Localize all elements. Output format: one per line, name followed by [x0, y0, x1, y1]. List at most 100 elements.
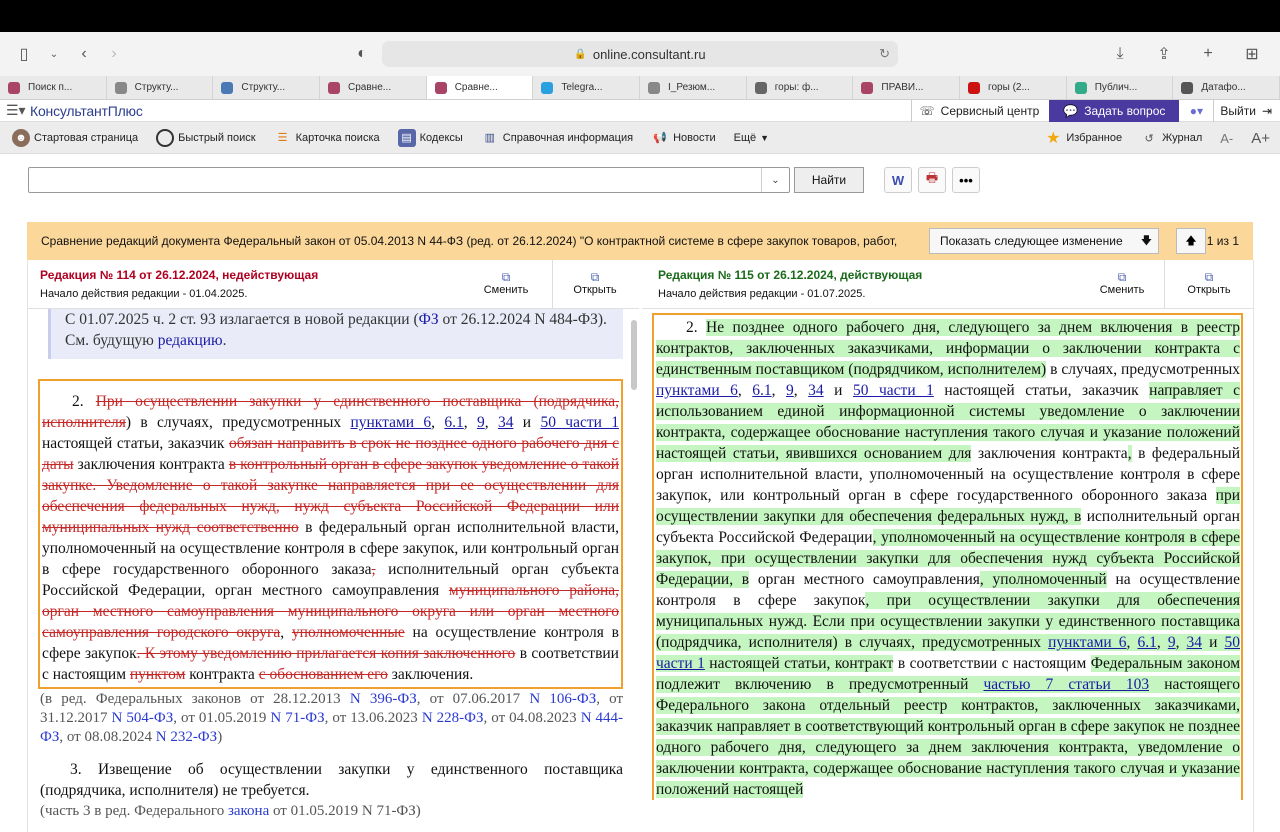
tab-label: Telegra... — [561, 82, 603, 93]
link-p6[interactable]: пунктами 6 — [656, 382, 738, 399]
sidebar-toggle-icon[interactable]: ▯ — [12, 42, 36, 66]
exit-button[interactable]: Выйти ⇥ — [1213, 100, 1280, 122]
law-link[interactable]: N 228-ФЗ — [422, 710, 484, 726]
link-p34[interactable]: 34 — [808, 382, 824, 399]
browser-tab[interactable]: Публич... — [1067, 76, 1174, 99]
print-icon[interactable]: 🖶 — [918, 167, 946, 193]
nav-search-card[interactable]: ☰ Карточка поиска — [274, 129, 380, 147]
browser-tab[interactable]: Сравне... — [426, 76, 534, 99]
arrow-down-icon: 🡇 — [1140, 234, 1152, 247]
browser-tab[interactable]: Структу... — [213, 76, 321, 99]
browser-tab[interactable]: горы: ф... — [747, 76, 854, 99]
law-link[interactable]: N 396-ФЗ — [350, 691, 417, 707]
nav-quick-search[interactable]: Быстрый поиск — [156, 128, 256, 147]
exit-icon: ⇥ — [1261, 104, 1272, 118]
link-p6[interactable]: пунктами 6 — [350, 414, 431, 431]
future-edition-link[interactable]: редакцию — [158, 332, 223, 349]
law-link[interactable]: N 232-ФЗ — [156, 729, 217, 745]
font-decrease-button[interactable]: A- — [1220, 131, 1233, 146]
chevron-down-icon[interactable]: ⌄ — [42, 42, 66, 66]
tab-favicon-icon — [861, 81, 874, 94]
nav-start-page[interactable]: ☻ Стартовая страница — [12, 128, 138, 147]
link-p61[interactable]: 6.1 — [444, 414, 463, 431]
back-icon[interactable]: ‹ — [72, 42, 96, 66]
search-input[interactable]: ⌄ — [28, 167, 790, 193]
browser-tab[interactable]: Сравне... — [320, 76, 427, 99]
right-change-button[interactable]: ⧉ Сменить — [1085, 270, 1159, 296]
nav-reference[interactable]: ▥ Справочная информация — [481, 129, 633, 147]
left-pane-header: Редакция № 114 от 26.12.2024, недействую… — [28, 260, 639, 309]
browser-tab[interactable]: ПРАВИ... — [853, 76, 961, 99]
font-increase-button[interactable]: A+ — [1251, 130, 1270, 147]
reference-icon: ▥ — [484, 132, 495, 144]
reload-icon[interactable]: ↻ — [879, 46, 890, 62]
prev-change-button[interactable]: 🡅 — [1176, 228, 1206, 254]
left-change-button[interactable]: ⧉ Сменить — [469, 270, 543, 296]
chevron-down-icon: ▼ — [760, 132, 770, 143]
journal-button[interactable]: ↺ Журнал — [1140, 129, 1202, 147]
tab-label: горы: ф... — [774, 82, 819, 93]
link-p9[interactable]: 9 — [477, 414, 485, 431]
lock-icon: 🔒 — [574, 48, 587, 60]
part3-note: (часть 3 в ред. Федерального закона от 0… — [40, 803, 421, 819]
link-p34[interactable]: 34 — [498, 414, 514, 431]
service-center-button[interactable]: ☏ Сервисный центр — [910, 100, 1050, 122]
law-link[interactable]: N 106-ФЗ — [529, 691, 596, 707]
browser-tab[interactable]: I_Резюм... — [640, 76, 747, 99]
word-export-icon[interactable]: W — [884, 167, 912, 193]
fz-link[interactable]: ФЗ — [419, 311, 439, 328]
open-icon: ⧉ — [590, 270, 600, 284]
link-p9[interactable]: 9 — [1167, 634, 1176, 651]
link-p61[interactable]: 6.1 — [1137, 634, 1157, 651]
privacy-shield-icon[interactable]: ◐ — [350, 42, 374, 66]
link-p50[interactable]: 50 части 1 — [540, 414, 619, 431]
left-edition-pane: Редакция № 114 от 26.12.2024, недействую… — [27, 260, 639, 832]
next-change-button[interactable]: Показать следующее изменение 🡇 — [929, 228, 1159, 254]
amendment-note: (в ред. Федеральных законов от 28.12.201… — [40, 691, 624, 745]
ask-question-button[interactable]: 💬 Задать вопрос — [1049, 100, 1180, 122]
left-open-button[interactable]: ⧉ Открыть — [558, 270, 632, 296]
law-link[interactable]: N 71-ФЗ — [270, 710, 324, 726]
browser-toolbar: ▯ ⌄ ‹ › ◐ 🔒 online.consultant.ru ↻ ⤓ ⇪ +… — [0, 32, 1280, 76]
browser-tab[interactable]: Поиск п... — [0, 76, 107, 99]
menu-icon[interactable]: ☰▾ — [0, 102, 30, 119]
tab-label: Структу... — [134, 82, 179, 93]
link-part7-art103[interactable]: частью 7 статьи 103 — [983, 676, 1150, 693]
link-p50[interactable]: 50 части 1 — [853, 382, 934, 399]
link-p61[interactable]: 6.1 — [752, 382, 771, 399]
favorites-button[interactable]: ★ Избранное — [1044, 129, 1122, 147]
user-icon[interactable]: ●▾ — [1179, 100, 1213, 122]
find-button[interactable]: Найти — [794, 167, 864, 193]
link-p34[interactable]: 34 — [1186, 634, 1203, 651]
tab-label: Структу... — [241, 82, 286, 93]
browser-tab[interactable]: Структу... — [107, 76, 214, 99]
browser-tab[interactable]: Telegra... — [533, 76, 641, 99]
address-bar[interactable]: 🔒 online.consultant.ru ↻ — [382, 41, 898, 67]
history-icon: ↺ — [1144, 132, 1154, 145]
nav-codes[interactable]: ▤ Кодексы — [397, 128, 463, 147]
more-options-icon[interactable]: ••• — [952, 167, 980, 193]
nav-more[interactable]: Ещё ▼ — [734, 132, 769, 144]
tab-favicon-icon — [648, 81, 661, 94]
left-scrollbar[interactable] — [631, 320, 637, 390]
browser-tab[interactable]: горы (2... — [960, 76, 1067, 99]
chevron-down-icon[interactable]: ⌄ — [761, 168, 789, 192]
tab-overview-icon[interactable]: ⊞ — [1240, 42, 1264, 66]
tab-label: Сравне... — [348, 82, 392, 93]
share-icon[interactable]: ⇪ — [1152, 42, 1176, 66]
change-counter: 1 из 1 — [1206, 234, 1239, 248]
star-icon: ★ — [1046, 130, 1061, 147]
nav-news[interactable]: 📢 Новости — [651, 129, 715, 147]
tab-label: ПРАВИ... — [881, 82, 924, 93]
browser-tab[interactable]: Датафо... — [1173, 76, 1280, 99]
right-open-button[interactable]: ⧉ Открыть — [1172, 270, 1246, 296]
new-tab-icon[interactable]: + — [1196, 42, 1220, 66]
law-link[interactable]: N 504-ФЗ — [112, 710, 174, 726]
comparison-bar: Сравнение редакций документа Федеральный… — [27, 222, 1253, 260]
link-p6[interactable]: пунктами 6 — [1048, 634, 1127, 651]
link-p9[interactable]: 9 — [786, 382, 794, 399]
os-top-bar — [0, 0, 1280, 32]
law-link[interactable]: закона — [228, 803, 269, 819]
download-icon[interactable]: ⤓ — [1108, 42, 1132, 66]
forward-icon[interactable]: › — [102, 42, 126, 66]
